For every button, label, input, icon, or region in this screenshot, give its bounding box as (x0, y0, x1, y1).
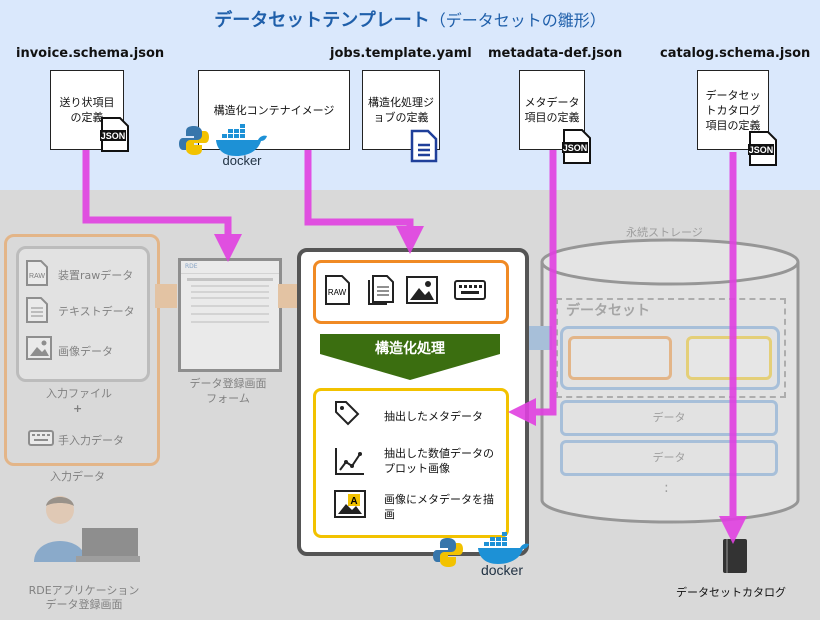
structuring-label: 構造化処理 (375, 341, 445, 357)
dataset-processed-files (686, 336, 772, 380)
flow-arrow (155, 284, 177, 308)
user-at-laptop-icon (34, 496, 140, 562)
catalog-book-icon (723, 539, 747, 573)
json-file-icon: JSON (748, 131, 777, 166)
registration-form-thumbnail: RDE (178, 258, 282, 372)
raw-label: RAW (328, 288, 347, 297)
form-caption: データ登録画面 フォーム (186, 376, 270, 406)
rde-logo: RDE (181, 261, 279, 274)
tag-icon (335, 401, 360, 426)
dataset-label: データセット (566, 303, 650, 319)
json-label: JSON (749, 145, 774, 155)
svg-text:A: A (350, 496, 357, 507)
docker-label: docker (222, 153, 262, 168)
raw-file-icon: RAW (26, 260, 48, 286)
input-item-text: テキストデータ (58, 305, 135, 318)
annotated-image-icon: A (334, 490, 366, 518)
app-caption-line2: データ登録画面 (45, 598, 123, 611)
python-logo-icon (433, 538, 463, 567)
plus-sign: + (73, 402, 83, 415)
title-sub: （データセットの雛形） (429, 11, 606, 30)
input-data-caption: 入力データ (50, 470, 105, 483)
dataset-raw-files (568, 336, 672, 380)
image-icon (406, 276, 438, 304)
title-main: データセットテンプレート (214, 10, 430, 31)
app-caption: RDEアプリケーション データ登録画面 (6, 584, 162, 612)
docker-label: docker (481, 562, 523, 578)
text-file-icon (368, 275, 394, 305)
form-caption-line2: フォーム (206, 392, 250, 405)
json-file-icon: JSON (100, 117, 129, 152)
output-plot: 抽出した数値データのプロット画像 (384, 447, 494, 475)
input-item-image: 画像データ (58, 345, 113, 358)
json-label: JSON (563, 143, 588, 153)
catalog-schema-filename: catalog.schema.json (660, 46, 811, 61)
flow-arrow (278, 284, 298, 308)
more-rows-indicator: : (664, 480, 669, 496)
docker-logo-icon: docker (216, 124, 267, 168)
python-logo-icon (179, 126, 209, 155)
document-icon (410, 129, 438, 163)
input-file-label: 入力ファイル (46, 387, 112, 400)
catalog-doc-text: データセットカタログ項目の定義 (705, 88, 761, 132)
app-caption-line1: RDEアプリケーション (28, 584, 140, 597)
json-file-icon: JSON (562, 129, 591, 164)
json-label: JSON (101, 131, 126, 141)
form-caption-line1: データ登録画面 (189, 377, 267, 390)
plot-icon (335, 448, 364, 475)
data-row: データ (560, 440, 778, 476)
jobs-doc-text: 構造化処理ジョブの定義 (368, 96, 434, 124)
docker-logo-icon: docker (478, 532, 529, 578)
data-row: データ (560, 400, 778, 436)
keyboard-icon (28, 430, 54, 446)
invoice-schema-filename: invoice.schema.json (16, 46, 165, 61)
metadata-doc-text: メタデータ項目の定義 (524, 96, 580, 124)
metadata-def-filename: metadata-def.json (488, 46, 623, 61)
keyboard-icon (454, 280, 486, 300)
page-title: データセットテンプレート（データセットの雛形） (0, 6, 820, 32)
catalog-caption: データセットカタログ (676, 586, 786, 599)
output-annotated-image: 画像にメタデータを描画 (384, 493, 494, 521)
raw-label: RAW (29, 273, 45, 280)
manual-input-label: 手入力データ (58, 434, 124, 447)
jobs-template-filename: jobs.template.yaml (330, 46, 472, 61)
output-metadata: 抽出したメタデータ (384, 410, 483, 423)
image-icon (26, 336, 52, 360)
container-doc-text: 構造化コンテナイメージ (213, 103, 335, 117)
raw-file-icon: RAW (325, 275, 350, 305)
input-item-raw: 装置rawデータ (58, 269, 134, 282)
text-file-icon (26, 297, 48, 323)
